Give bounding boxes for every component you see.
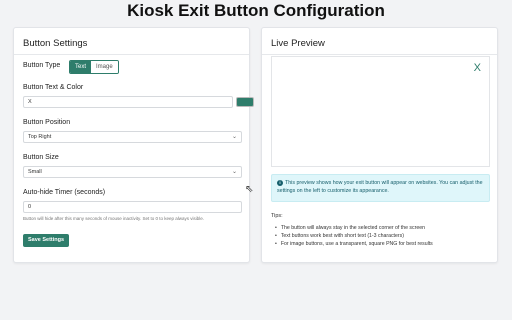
page-title: Kiosk Exit Button Configuration bbox=[127, 1, 385, 20]
info-circle-icon: i bbox=[277, 180, 283, 186]
card-divider bbox=[14, 54, 249, 55]
chevron-down-icon: ⌄ bbox=[231, 134, 237, 140]
button-text-input[interactable]: X bbox=[23, 96, 233, 108]
button-settings-card: Button Settings Button Type Text Image B… bbox=[13, 27, 254, 263]
button-position-select[interactable]: Top Right ⌄ bbox=[23, 131, 242, 143]
tips-list: The button will always stay in the selec… bbox=[275, 224, 489, 248]
tips-title: Tips: bbox=[271, 213, 283, 219]
live-preview-card: Live Preview X i This preview shows how y… bbox=[261, 27, 498, 263]
mouse-pointer-icon: ⇖ bbox=[245, 184, 254, 195]
button-size-value: Small bbox=[28, 169, 42, 175]
button-type-toggle: Text Image bbox=[69, 60, 119, 74]
tip-item: For image buttons, use a transparent, sq… bbox=[275, 240, 489, 248]
preview-area: X bbox=[271, 56, 490, 167]
button-type-image-option[interactable]: Image bbox=[91, 61, 118, 73]
button-color-picker[interactable] bbox=[236, 97, 254, 107]
auto-hide-timer-label: Auto-hide Timer (seconds) bbox=[23, 189, 106, 196]
preview-info-text: This preview shows how your exit button … bbox=[277, 180, 483, 194]
preview-info-alert: i This preview shows how your exit button… bbox=[271, 174, 490, 202]
save-settings-button[interactable]: Save Settings bbox=[23, 234, 70, 247]
auto-hide-timer-hint: Button will hide after this many seconds… bbox=[23, 216, 205, 221]
button-position-value: Top Right bbox=[28, 134, 52, 140]
live-preview-title: Live Preview bbox=[271, 38, 325, 49]
tip-item: Text buttons work best with short text (… bbox=[275, 232, 489, 240]
chevron-down-icon: ⌄ bbox=[231, 169, 237, 175]
preview-exit-button[interactable]: X bbox=[474, 62, 481, 74]
button-settings-title: Button Settings bbox=[23, 38, 88, 49]
tip-item: The button will always stay in the selec… bbox=[275, 224, 489, 232]
button-type-text-option[interactable]: Text bbox=[70, 61, 92, 73]
button-size-label: Button Size bbox=[23, 154, 59, 161]
button-text-color-label: Button Text & Color bbox=[23, 84, 84, 91]
button-type-label: Button Type bbox=[23, 62, 61, 69]
auto-hide-timer-input[interactable]: 0 bbox=[23, 201, 242, 213]
card-divider bbox=[262, 54, 497, 55]
button-position-label: Button Position bbox=[23, 119, 71, 126]
button-size-select[interactable]: Small ⌄ bbox=[23, 166, 242, 178]
